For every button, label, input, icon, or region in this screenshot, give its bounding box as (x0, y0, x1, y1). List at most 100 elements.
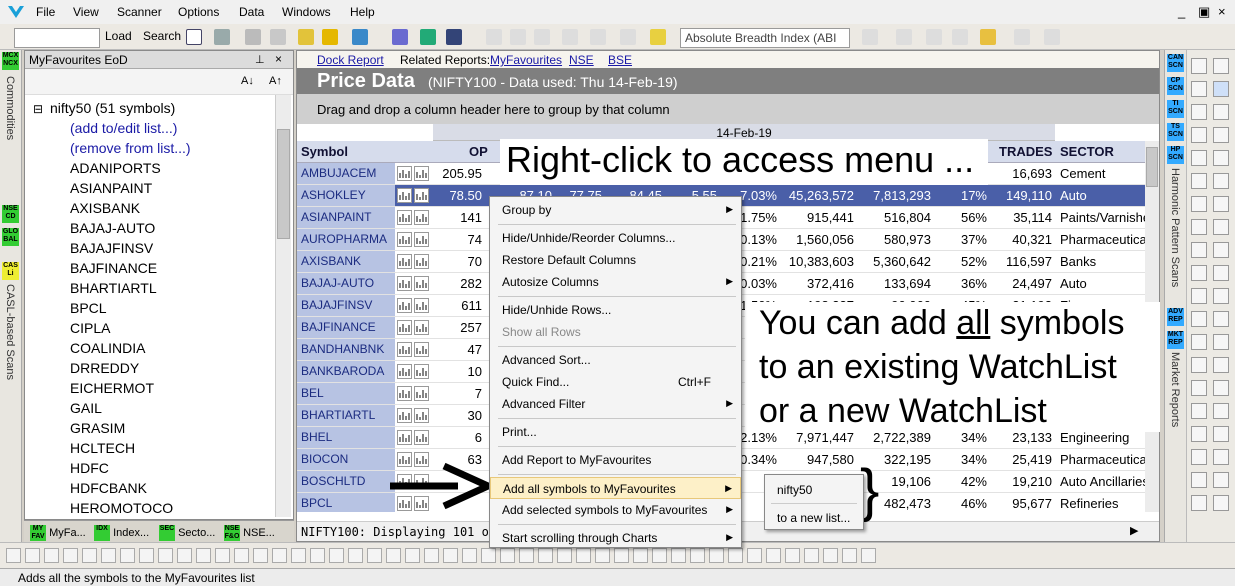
tree-symbol-item[interactable]: CIPLA (70, 320, 110, 336)
hp-scan-badge[interactable]: HP SCN (1167, 146, 1184, 164)
print-icon[interactable] (245, 29, 261, 45)
sort-desc-icon[interactable]: A↑ (269, 75, 282, 87)
drawing-tool-icon[interactable] (1191, 403, 1207, 419)
volume-chart-icon[interactable] (414, 430, 429, 445)
drawing-tool-icon[interactable] (1191, 242, 1207, 258)
bottom-tool-icon[interactable] (576, 548, 591, 563)
bottom-tool-icon[interactable] (462, 548, 477, 563)
drawing-tool-icon[interactable] (1191, 380, 1207, 396)
bottom-tool-icon[interactable] (310, 548, 325, 563)
tree-symbol-item[interactable]: BAJAJFINSV (70, 240, 153, 256)
volume-chart-icon[interactable] (414, 386, 429, 401)
menu-data[interactable]: Data (239, 5, 264, 19)
bottom-tool-icon[interactable] (139, 548, 154, 563)
collapse-icon[interactable]: ⊟ (33, 102, 43, 116)
candle-chart-icon[interactable] (510, 29, 526, 45)
tree-symbol-item[interactable]: EICHERMOT (70, 380, 154, 396)
symbol-cell[interactable]: BHARTIARTL (297, 405, 395, 426)
bottom-tool-icon[interactable] (519, 548, 534, 563)
ti-scan-badge[interactable]: TI SCN (1167, 100, 1184, 118)
drawing-tool-icon[interactable] (1191, 357, 1207, 373)
tab-myfavourites[interactable]: MY FAV MyFa... (28, 523, 88, 541)
casl-scans-label[interactable]: CASL-based Scans (4, 284, 16, 380)
can-scan-badge[interactable]: CAN SCN (1167, 54, 1184, 72)
tab-index[interactable]: IDX Index... (92, 523, 151, 541)
mini-chart-icon[interactable] (397, 166, 412, 181)
envelope-icon[interactable] (650, 29, 666, 45)
bottom-tool-icon[interactable] (747, 548, 762, 563)
tree-symbol-item[interactable]: HDFCBANK (70, 480, 147, 496)
volume-chart-icon[interactable] (414, 408, 429, 423)
drawing-tool-icon[interactable] (1213, 357, 1229, 373)
bottom-tool-icon[interactable] (272, 548, 287, 563)
tab-nse-fo[interactable]: NSE F&O NSE... (222, 523, 277, 541)
hilo-icon[interactable] (562, 29, 578, 45)
drawing-tool-icon[interactable] (1213, 265, 1229, 281)
bottom-tool-icon[interactable] (633, 548, 648, 563)
tree-symbol-item[interactable]: COALINDIA (70, 340, 145, 356)
menu-file[interactable]: File (36, 5, 55, 19)
tree-symbol-item[interactable]: ASIANPAINT (70, 180, 152, 196)
mini-chart-icon[interactable] (397, 298, 412, 313)
volume-chart-icon[interactable] (414, 364, 429, 379)
bottom-tool-icon[interactable] (424, 548, 439, 563)
ts-icon[interactable] (980, 29, 996, 45)
bottom-tool-icon[interactable] (120, 548, 135, 563)
mini-chart-icon[interactable] (397, 430, 412, 445)
bottom-tool-icon[interactable] (671, 548, 686, 563)
symbol-search-input[interactable] (14, 28, 100, 48)
bottom-tool-icon[interactable] (557, 548, 572, 563)
bottom-tool-icon[interactable] (709, 548, 724, 563)
bottom-tool-icon[interactable] (253, 548, 268, 563)
drawing-tool-icon[interactable] (1213, 173, 1229, 189)
menu-item[interactable]: Quick Find... Ctrl+F (490, 371, 741, 393)
bottom-tool-icon[interactable] (329, 548, 344, 563)
menu-item[interactable]: Add selected symbols to MyFavourites ▶ (490, 499, 741, 521)
symbol-cell[interactable]: BOSCHLTD (297, 471, 395, 492)
drawing-tool-icon[interactable] (1191, 426, 1207, 442)
symbol-cell[interactable]: BPCL (297, 493, 395, 512)
bottom-tool-icon[interactable] (386, 548, 401, 563)
mcx-badge[interactable]: MCX NCX (2, 52, 19, 70)
harmonic-scans-label[interactable]: Harmonic Pattern Scans (1169, 168, 1181, 287)
col-op[interactable]: OP (469, 144, 488, 159)
drawing-tool-icon[interactable] (1213, 449, 1229, 465)
sort-asc-icon[interactable]: A↓ (241, 75, 254, 87)
volume-chart-icon[interactable] (414, 276, 429, 291)
cp-scan-badge[interactable]: CP SCN (1167, 77, 1184, 95)
symbol-cell[interactable]: AUROPHARMA (297, 229, 395, 250)
drawing-tool-icon[interactable] (1213, 311, 1229, 327)
tree-symbol-item[interactable]: AXISBANK (70, 200, 140, 216)
menu-windows[interactable]: Windows (282, 5, 331, 19)
fan-icon[interactable] (1044, 29, 1060, 45)
grid-scroll-thumb[interactable] (1146, 147, 1158, 187)
bottom-tool-icon[interactable] (500, 548, 515, 563)
pattern-icon[interactable] (952, 29, 968, 45)
moving-average-icon[interactable] (620, 29, 636, 45)
menu-item[interactable]: Show all Rows (490, 321, 741, 343)
drawing-icon[interactable] (322, 29, 338, 45)
drawing-tool-icon[interactable] (1191, 288, 1207, 304)
tree-symbol-item[interactable]: HDFC (70, 460, 109, 476)
dock-report-link[interactable]: Dock Report (317, 53, 384, 67)
bottom-tool-icon[interactable] (234, 548, 249, 563)
mini-chart-icon[interactable] (397, 364, 412, 379)
menu-item[interactable]: Add all symbols to MyFavourites ▶ (490, 477, 741, 499)
volume-icon[interactable] (590, 29, 606, 45)
mini-chart-icon[interactable] (397, 342, 412, 357)
scanner-icon[interactable] (352, 29, 368, 45)
close-button[interactable]: × (1218, 4, 1226, 19)
bottom-tool-icon[interactable] (82, 548, 97, 563)
menu-item[interactable]: Print... (490, 421, 741, 443)
ts-scan-badge[interactable]: TS SCN (1167, 123, 1184, 141)
refresh-icon[interactable] (420, 29, 436, 45)
bottom-tool-icon[interactable] (6, 548, 21, 563)
col-symbol[interactable]: Symbol (301, 144, 348, 159)
bottom-tool-icon[interactable] (538, 548, 553, 563)
drawing-tool-icon[interactable] (1213, 426, 1229, 442)
drawing-tool-icon[interactable] (1213, 242, 1229, 258)
link-icon[interactable] (392, 29, 408, 45)
bottom-tool-icon[interactable] (367, 548, 382, 563)
drawing-tool-icon[interactable] (1191, 265, 1207, 281)
menu-item[interactable]: Hide/Unhide Rows... (490, 299, 741, 321)
